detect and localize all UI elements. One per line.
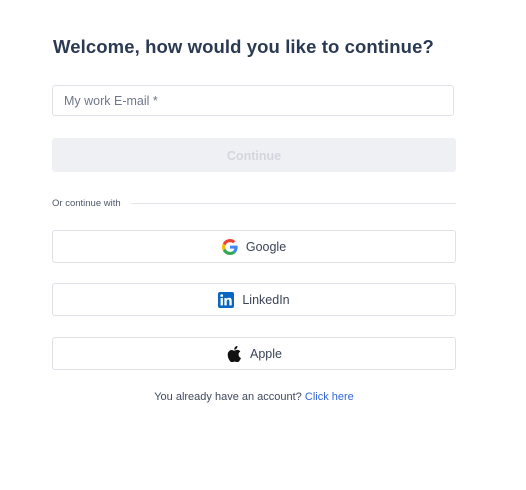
- apple-icon: [226, 345, 242, 362]
- login-prompt-text: You already have an account?: [154, 391, 302, 403]
- divider-line: [130, 202, 456, 204]
- signup-card: Welcome, how would you like to continue?…: [0, 0, 526, 490]
- google-icon: [221, 238, 238, 255]
- email-field[interactable]: [52, 85, 454, 116]
- continue-button[interactable]: Continue: [52, 138, 456, 172]
- linkedin-icon: [218, 291, 235, 308]
- page-title: Welcome, how would you like to continue?: [53, 36, 434, 57]
- apple-button[interactable]: Apple: [52, 337, 456, 370]
- login-link[interactable]: Click here: [305, 391, 354, 403]
- linkedin-button[interactable]: LinkedIn: [52, 283, 456, 316]
- apple-button-label: Apple: [250, 346, 282, 361]
- divider-label: Or continue with: [52, 197, 121, 209]
- login-prompt: You already have an account? Click here: [52, 391, 456, 403]
- divider: Or continue with: [52, 196, 456, 210]
- linkedin-button-label: LinkedIn: [242, 292, 290, 307]
- google-button-label: Google: [245, 239, 287, 254]
- google-button[interactable]: Google: [52, 230, 456, 263]
